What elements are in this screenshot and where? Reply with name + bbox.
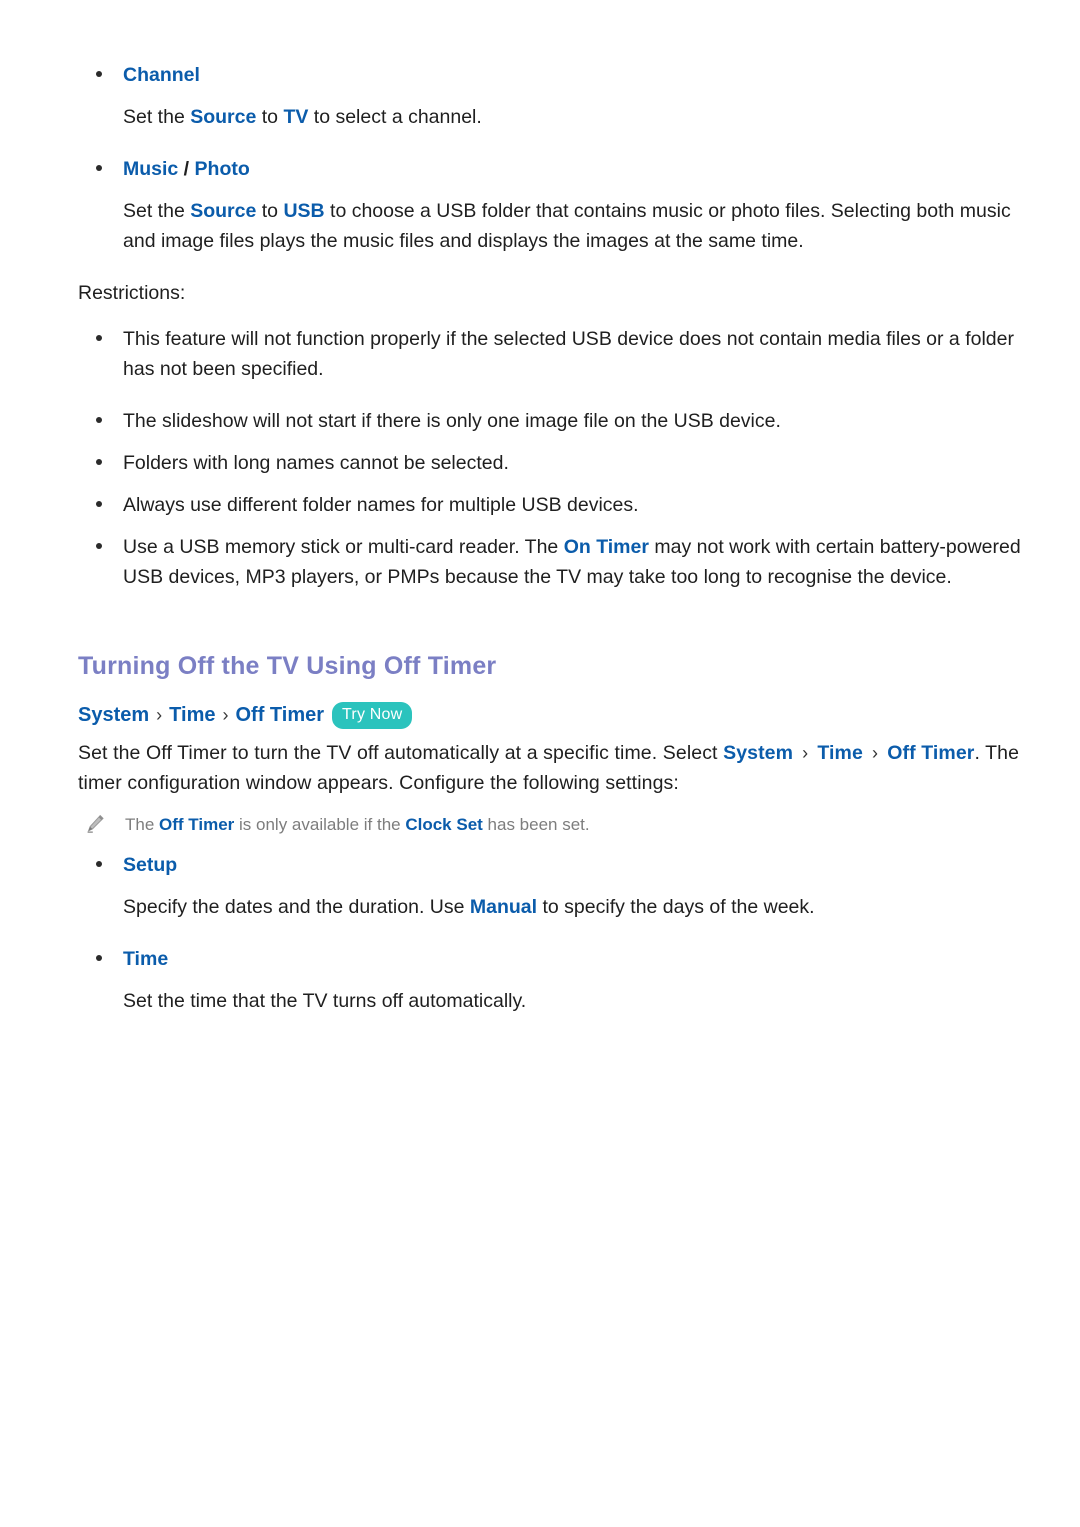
page-title: Turning Off the TV Using Off Timer <box>78 652 497 680</box>
term-photo: Photo <box>194 158 250 180</box>
term-system: System <box>723 742 794 764</box>
text-run: Set the <box>123 106 191 128</box>
term-time: Time <box>817 742 863 764</box>
bullet-dot <box>96 955 102 961</box>
time-description: Set the time that the TV turns off autom… <box>78 986 1025 1016</box>
text-run: has been set. <box>482 815 590 834</box>
list-item: Channel <box>78 60 1025 90</box>
chevron-right-icon: › <box>797 743 814 763</box>
list-item: This feature will not function properly … <box>78 324 1025 384</box>
restriction-text: Folders with long names cannot be select… <box>123 452 509 474</box>
text-run: to <box>256 200 284 222</box>
restriction-text: Use a USB memory stick or multi-card rea… <box>123 532 1025 592</box>
list-item: Use a USB memory stick or multi-card rea… <box>78 532 1025 592</box>
bullet-dot <box>96 501 102 507</box>
list-item: The slideshow will not start if there is… <box>78 406 1025 436</box>
term-usb: USB <box>283 200 325 222</box>
term-off-timer: Off Timer <box>159 815 235 834</box>
term-off-timer: Off Timer <box>887 742 975 764</box>
music-photo-description: Set the Source to USB to choose a USB fo… <box>78 196 1025 256</box>
text-run: Use a USB memory stick or multi-card rea… <box>123 536 564 558</box>
restriction-text: This feature will not function properly … <box>123 328 1014 380</box>
breadcrumb: System › Time › Off Timer Try Now <box>78 700 1025 730</box>
setting-title-time: Time <box>123 948 169 970</box>
list-item: Folders with long names cannot be select… <box>78 448 1025 478</box>
list-item: Always use different folder names for mu… <box>78 490 1025 520</box>
bullet-dot <box>96 71 102 77</box>
pencil-icon <box>84 813 106 835</box>
text-run: Set the time that the TV turns off autom… <box>123 990 527 1012</box>
text-run: to <box>256 106 284 128</box>
term-tv: TV <box>283 106 309 128</box>
setting-title-setup: Setup <box>123 854 178 876</box>
text-run: is only available if the <box>234 815 406 834</box>
restriction-text: Always use different folder names for mu… <box>123 494 639 516</box>
bullet-dot <box>96 165 102 171</box>
restrictions-label: Restrictions: <box>78 282 186 304</box>
chevron-right-icon: › <box>222 705 229 725</box>
try-now-badge[interactable]: Try Now <box>332 701 413 729</box>
bullet-dot <box>96 543 102 549</box>
chevron-right-icon: › <box>156 705 163 725</box>
text-run: Set the <box>123 200 191 222</box>
bullet-dot <box>96 335 102 341</box>
list-item: Time <box>78 944 1025 974</box>
list-item-title-music-photo: Music / Photo <box>123 154 1025 184</box>
note-text: The Off Timer is only available if the C… <box>125 812 1025 838</box>
breadcrumb-item-time[interactable]: Time <box>169 700 215 730</box>
list-item: Music / Photo <box>78 154 1025 184</box>
term-music: Music <box>123 158 179 180</box>
note-row: The Off Timer is only available if the C… <box>78 812 1025 838</box>
bullet-dot <box>96 861 102 867</box>
term-source: Source <box>190 200 257 222</box>
list-item: Setup <box>78 850 1025 880</box>
manual-page: Channel Set the Source to TV to select a… <box>0 0 1080 1527</box>
term-source: Source <box>190 106 257 128</box>
text-run: Specify the dates and the duration. Use <box>123 896 470 918</box>
breadcrumb-item-off-timer[interactable]: Off Timer <box>235 700 324 730</box>
restriction-text: The slideshow will not start if there is… <box>123 410 781 432</box>
channel-description: Set the Source to TV to select a channel… <box>78 102 1025 132</box>
term-on-timer: On Timer <box>563 536 649 558</box>
text-run: Set the Off Timer to turn the TV off aut… <box>78 742 724 764</box>
chevron-right-icon: › <box>866 743 884 763</box>
text-run: to specify the days of the week. <box>537 896 815 918</box>
section-intro-paragraph: Set the Off Timer to turn the TV off aut… <box>78 738 1025 798</box>
text-run: The <box>125 815 160 834</box>
breadcrumb-item-system[interactable]: System <box>78 700 149 730</box>
list-item-title-channel: Channel <box>123 64 200 86</box>
term-manual: Manual <box>469 896 538 918</box>
title-separator: / <box>178 158 195 180</box>
setup-description: Specify the dates and the duration. Use … <box>78 892 1025 922</box>
text-run: to select a channel. <box>308 106 482 128</box>
bullet-dot <box>96 459 102 465</box>
bullet-dot <box>96 417 102 423</box>
term-clock-set: Clock Set <box>405 815 483 834</box>
